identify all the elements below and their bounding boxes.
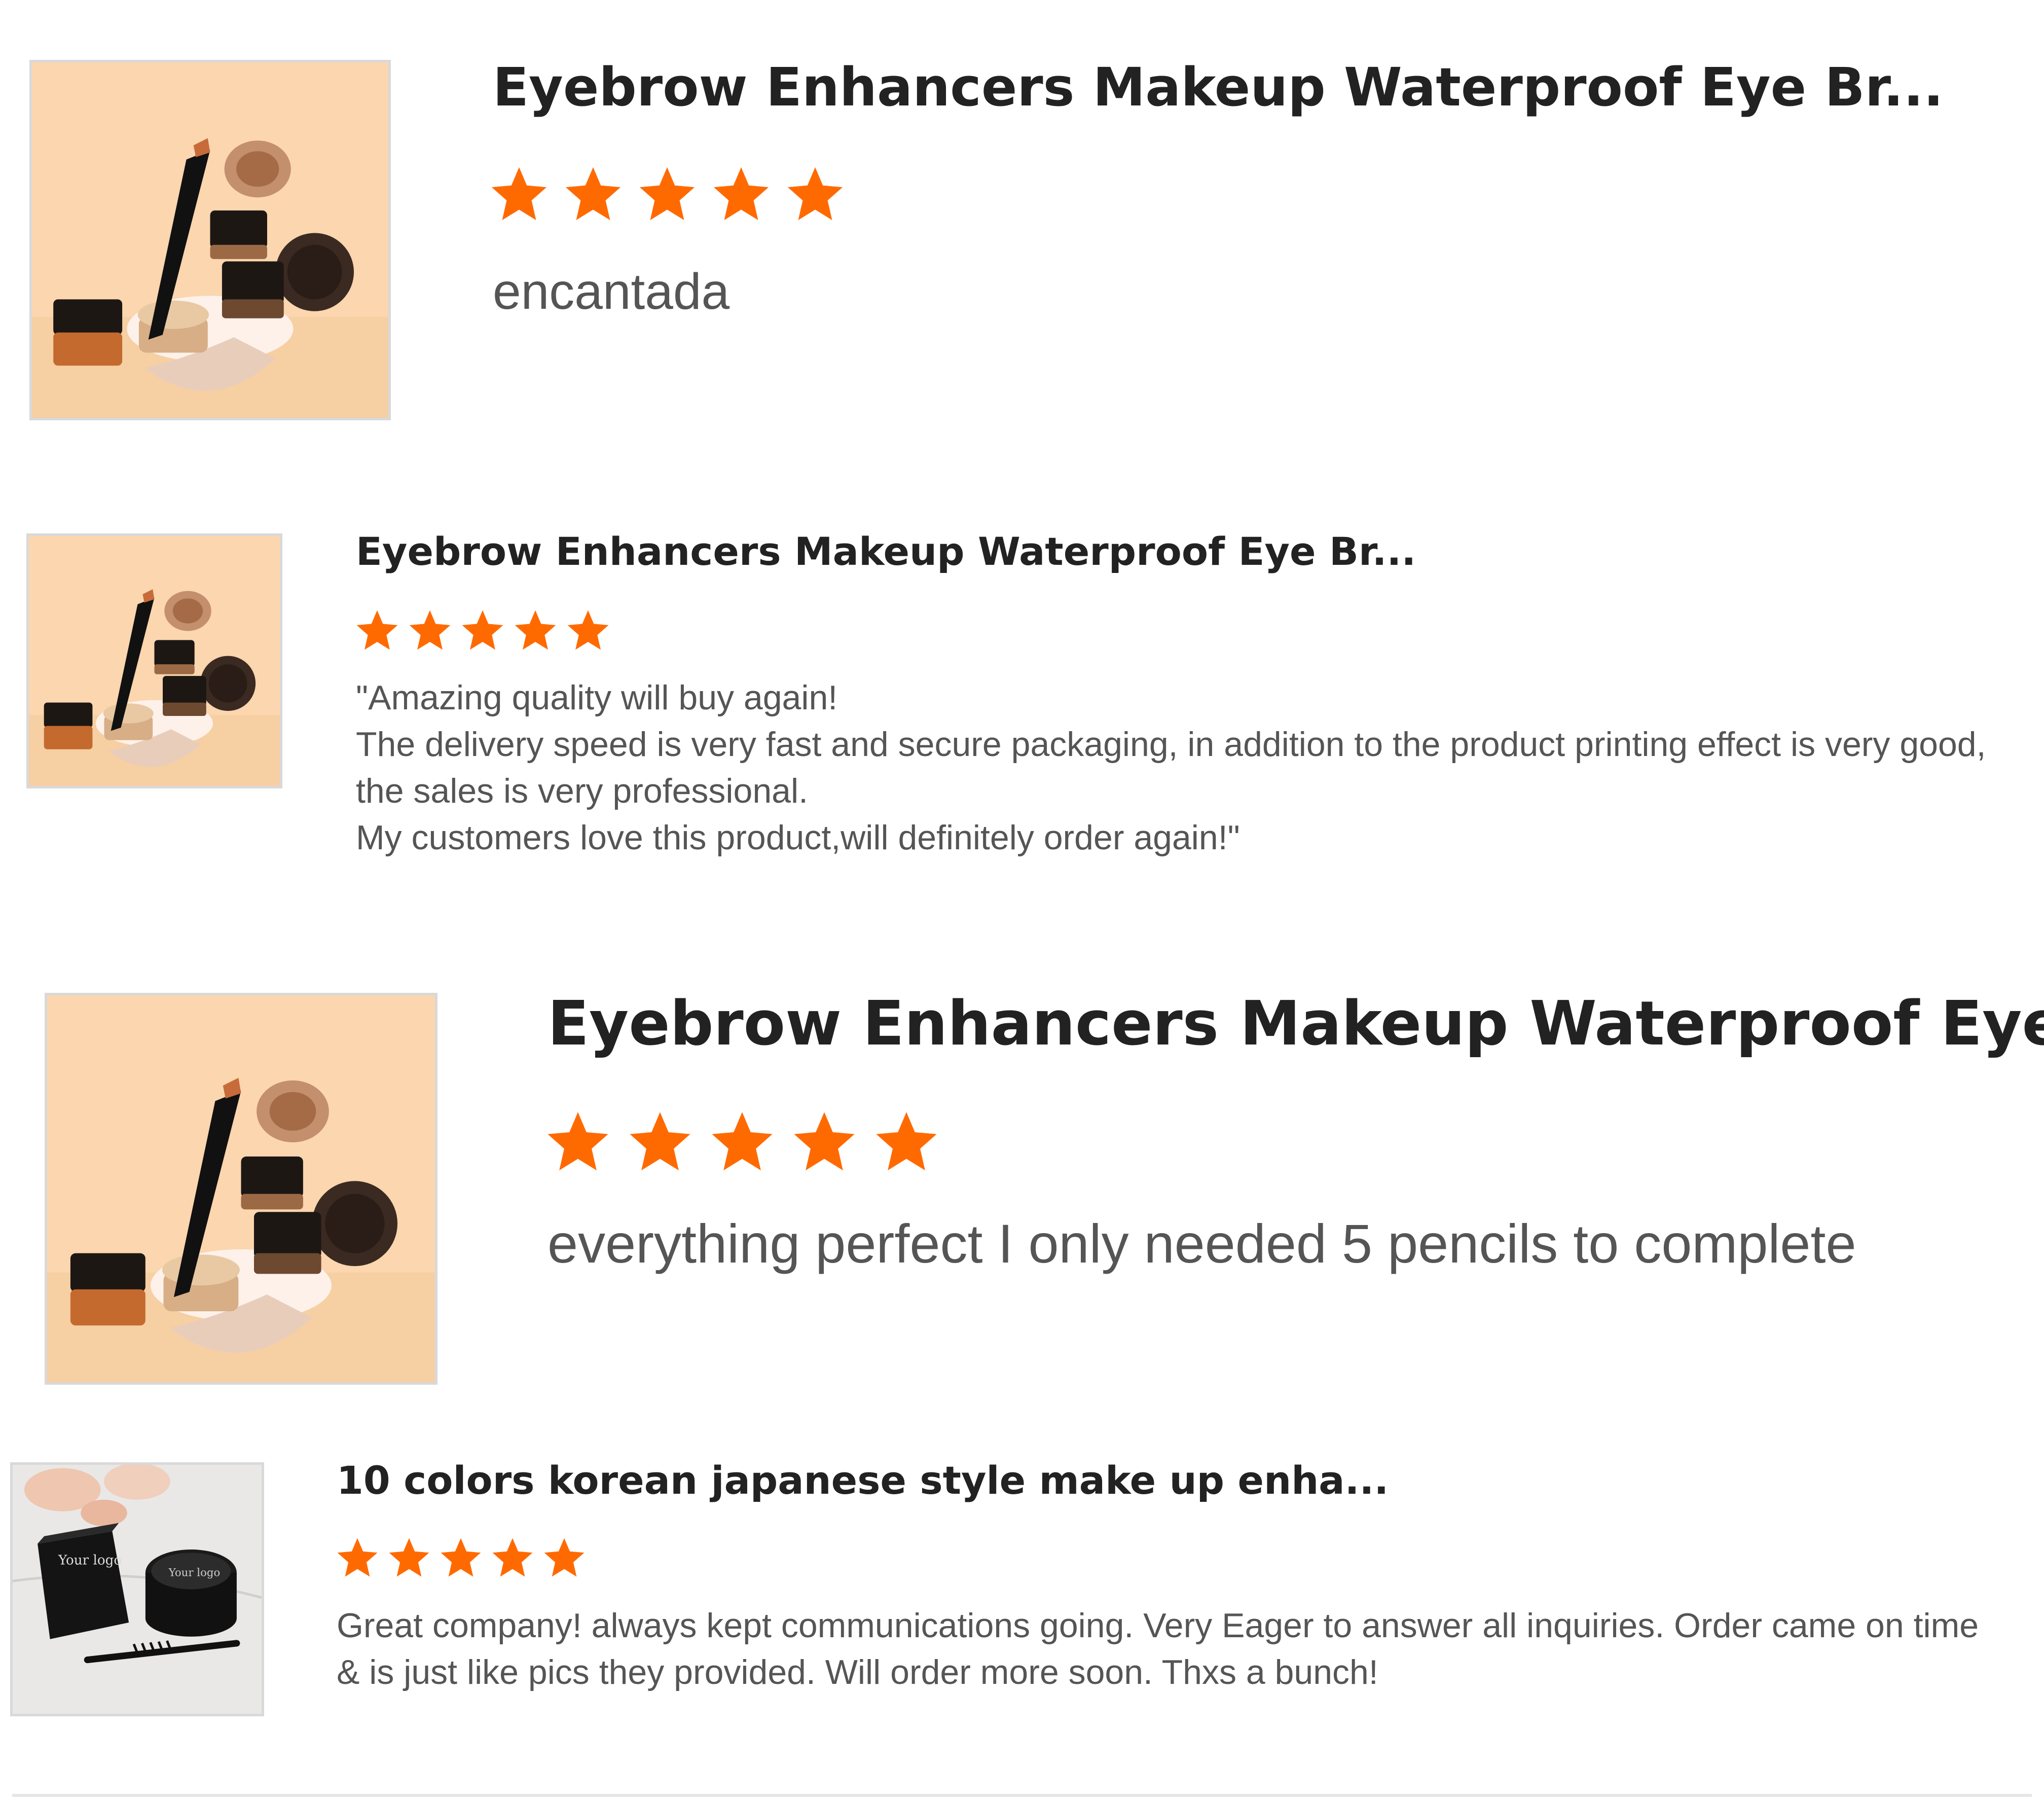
review-text-line: My customers love this product,will defi… bbox=[356, 818, 1240, 857]
star-filled-icon bbox=[492, 1538, 533, 1577]
rating-stars bbox=[545, 1109, 939, 1175]
product-thumbnail[interactable] bbox=[26, 533, 282, 788]
star-filled-icon bbox=[630, 1112, 690, 1171]
review-text-line: & is just like pics they provided. Will … bbox=[337, 1653, 1378, 1691]
product-thumbnail[interactable] bbox=[29, 60, 391, 420]
star-filled-icon bbox=[462, 610, 503, 650]
star-filled-icon bbox=[389, 1538, 429, 1577]
star-filled-icon bbox=[565, 167, 621, 221]
star-filled-icon bbox=[441, 1538, 481, 1577]
star-filled-icon bbox=[639, 167, 695, 221]
product-thumbnail[interactable] bbox=[10, 1462, 264, 1716]
rating-stars bbox=[336, 1536, 586, 1580]
star-filled-icon bbox=[515, 610, 556, 650]
rating-stars bbox=[489, 165, 845, 225]
product-thumbnail[interactable] bbox=[45, 993, 437, 1385]
review-text-line: encantada bbox=[493, 263, 730, 320]
star-filled-icon bbox=[713, 167, 769, 221]
review-text: encantada bbox=[493, 261, 729, 322]
star-filled-icon bbox=[712, 1112, 773, 1171]
review-text-line: the sales is very professional. bbox=[356, 772, 808, 810]
review-text: Great company! always kept communication… bbox=[337, 1602, 1979, 1696]
product-title[interactable]: 10 colors korean japanese style make up … bbox=[337, 1456, 1389, 1505]
star-filled-icon bbox=[491, 167, 547, 221]
star-filled-icon bbox=[876, 1112, 937, 1171]
star-filled-icon bbox=[794, 1112, 855, 1171]
star-filled-icon bbox=[787, 167, 843, 221]
review-text-line: everything perfect I only needed 5 penci… bbox=[548, 1213, 1856, 1274]
star-filled-icon bbox=[356, 610, 398, 650]
star-filled-icon bbox=[409, 610, 451, 650]
review-text: "Amazing quality will buy again! The del… bbox=[356, 674, 1986, 861]
star-filled-icon bbox=[567, 610, 609, 650]
rating-stars bbox=[355, 608, 610, 653]
review-text-line: Great company! always kept communication… bbox=[337, 1606, 1979, 1645]
review-text-line: The delivery speed is very fast and secu… bbox=[356, 725, 1986, 764]
star-filled-icon bbox=[544, 1538, 585, 1577]
product-title[interactable]: Eyebrow Enhancers Makeup Waterproof Eye … bbox=[493, 56, 1944, 119]
review-text-line: "Amazing quality will buy again! bbox=[356, 678, 838, 717]
star-filled-icon bbox=[548, 1112, 608, 1171]
product-title[interactable]: Eyebrow Enhancers Makeup Waterproof Eye … bbox=[548, 989, 2044, 1060]
review-text: everything perfect I only needed 5 penci… bbox=[548, 1211, 1856, 1277]
star-filled-icon bbox=[337, 1538, 378, 1577]
section-divider bbox=[12, 1794, 2032, 1797]
product-title[interactable]: Eyebrow Enhancers Makeup Waterproof Eye … bbox=[356, 527, 1416, 576]
